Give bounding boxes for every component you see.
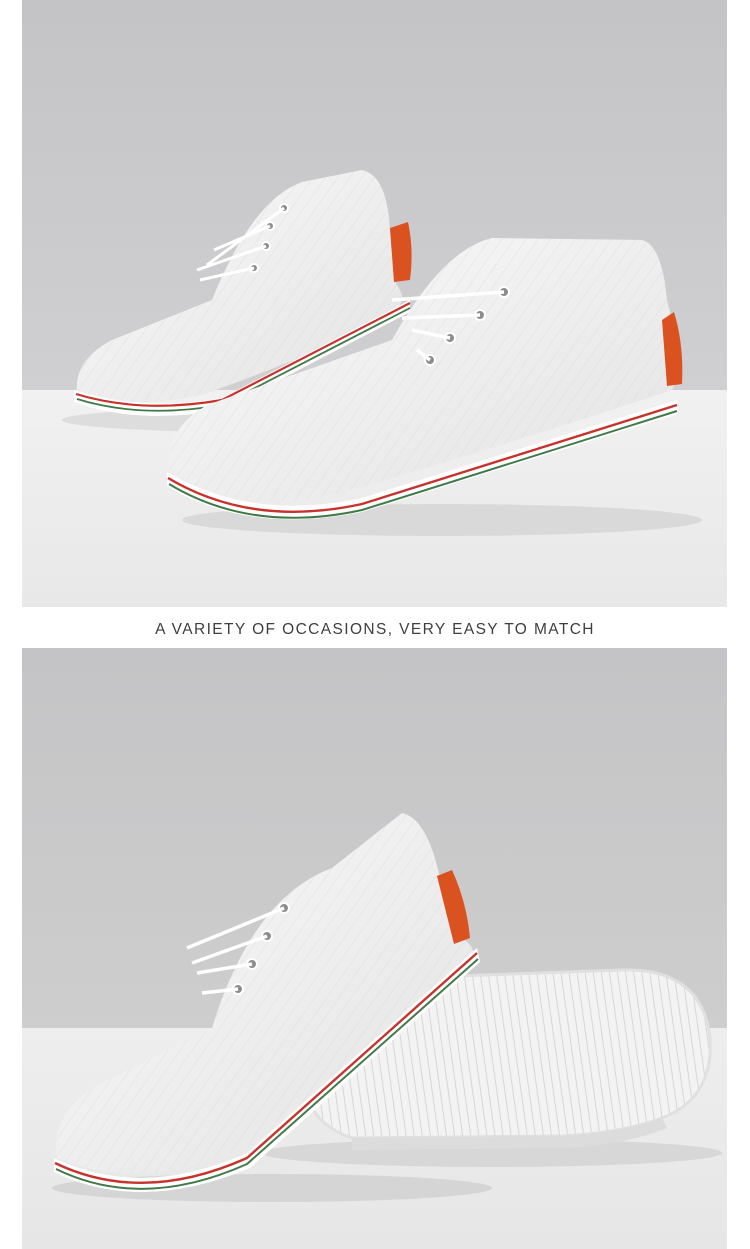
- sneaker-sole-image: [22, 648, 727, 1249]
- product-photo-sole: [22, 648, 727, 1249]
- sneaker-pair-image: [22, 0, 727, 607]
- product-photo-pair: [22, 0, 727, 607]
- caption-text: A VARIETY OF OCCASIONS, VERY EASY TO MAT…: [155, 621, 595, 638]
